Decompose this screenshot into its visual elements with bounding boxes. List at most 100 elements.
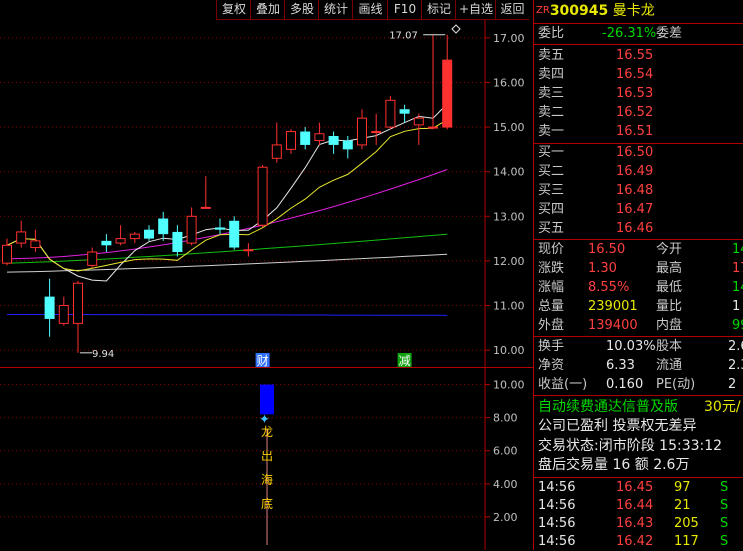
candle-body xyxy=(200,206,211,209)
y-tick-label: 10.00 xyxy=(493,344,525,357)
order-ratio-label: 委比 xyxy=(538,26,565,41)
toolbar-button-4[interactable]: 画线 xyxy=(352,0,388,20)
bid-price: 16.48 xyxy=(616,183,654,198)
toolbar-button-3[interactable]: 统计 xyxy=(318,0,353,20)
tick-price: 16.45 xyxy=(616,480,654,495)
order-diff-label: 委差 xyxy=(656,26,683,41)
candle-body xyxy=(172,231,183,252)
ask-row: 卖一 16.51 xyxy=(538,123,653,141)
ma10-line xyxy=(6,119,448,272)
stock-header: ZR300945 曼卡龙 xyxy=(536,2,655,20)
bid-price: 16.49 xyxy=(616,164,654,179)
candle-body xyxy=(44,296,55,319)
stat-row: 涨跌 1.30 最高 17 xyxy=(538,260,743,278)
ask-row: 卖三 16.53 xyxy=(538,85,653,103)
y-tick-label: 17.00 xyxy=(493,32,525,45)
signal-char: 龙 xyxy=(261,425,273,439)
tick-side: S xyxy=(720,516,729,531)
candle-body xyxy=(286,131,296,150)
stat-value: 1.30 xyxy=(588,261,617,276)
fund-label: 净资 xyxy=(538,358,565,373)
candle-body xyxy=(144,229,154,239)
quote-panel: ZR300945 曼卡龙 委比 -26.31% 委差 卖五 16.55 卖四 16.5… xyxy=(533,0,743,550)
stat-value: 139400 xyxy=(588,318,638,333)
tick-price: 16.42 xyxy=(616,534,654,549)
candle-body xyxy=(357,117,367,146)
stock-name: 曼卡龙 xyxy=(612,3,655,19)
ask-price: 16.54 xyxy=(616,67,654,82)
candle-body xyxy=(87,251,98,266)
fund-value-2: 2.6 xyxy=(728,339,743,354)
tick-row: 14:56 16.42 117 S xyxy=(538,533,728,551)
stat-label: 总量 xyxy=(538,299,565,314)
stat-value: 239001 xyxy=(588,299,638,314)
candle-body xyxy=(413,117,424,126)
diamond-icon xyxy=(451,24,461,34)
fund-row: 收益(一) 0.160 PE(动) 2 xyxy=(538,376,736,394)
candle-body xyxy=(328,136,339,145)
tick-time: 14:56 xyxy=(538,534,576,549)
stat-value-2: 14 xyxy=(732,280,743,295)
ad-price[interactable]: 30元/ xyxy=(704,398,741,416)
y-tick-label: 12.00 xyxy=(493,255,525,268)
ask-label: 卖一 xyxy=(538,124,565,139)
order-ratio-row: 委比 -26.31% 委差 xyxy=(538,25,682,43)
toolbar-button-7[interactable]: +自选 xyxy=(455,0,496,20)
stat-label-2: 最高 xyxy=(656,261,683,276)
toolbar-button-5[interactable]: F10 xyxy=(387,0,422,20)
candle-body xyxy=(442,59,453,128)
tick-side: S xyxy=(720,480,729,495)
stat-label-2: 内盘 xyxy=(656,318,683,333)
stat-value-2: 17 xyxy=(732,261,743,276)
toolbar-button-6[interactable]: 标记 xyxy=(421,0,456,20)
trade-status-label: 交易状态: xyxy=(538,438,599,454)
candle-body xyxy=(385,99,396,128)
candle-body xyxy=(215,227,225,230)
ad-banner[interactable]: 自动续费通达信普及版 30元/ xyxy=(538,398,741,416)
tick-volume: 21 xyxy=(674,498,691,513)
toolbar-button-0[interactable]: 复权 xyxy=(216,0,251,20)
bid-label: 买三 xyxy=(538,183,565,198)
order-ratio-value: -26.31% xyxy=(602,26,657,41)
y-tick-label: 10.00 xyxy=(493,379,525,392)
bid-row: 买四 16.47 xyxy=(538,201,653,219)
toolbar-button-2[interactable]: 多股 xyxy=(284,0,319,20)
fund-label: 换手 xyxy=(538,339,565,354)
y-tick-label: 6.00 xyxy=(493,445,518,458)
bid-label: 买二 xyxy=(538,164,565,179)
y-tick-label: 14.00 xyxy=(493,166,525,179)
ask-price: 16.51 xyxy=(616,124,654,139)
market-prefix: ZR xyxy=(536,5,550,16)
trade-status-time: 15:33:12 xyxy=(659,438,723,454)
candlestick-chart[interactable]: 17.00 16.00 15.00 14.00 13.00 12.00 11.00 10.00… xyxy=(0,20,533,368)
stat-value-2: 1 xyxy=(732,299,741,314)
ask-label: 卖二 xyxy=(538,105,565,120)
stat-label-2: 量比 xyxy=(656,299,683,314)
stat-value-2: 14 xyxy=(732,242,743,257)
indicator-chart[interactable]: 10.008.006.004.002.00✦龙出海底 xyxy=(0,368,533,550)
candle-body xyxy=(229,220,240,248)
candle-body xyxy=(243,249,254,252)
tick-time: 14:56 xyxy=(538,498,576,513)
bid-price: 16.46 xyxy=(616,221,654,236)
candle-body xyxy=(73,282,83,324)
stat-label: 涨幅 xyxy=(538,280,565,295)
tick-price: 16.43 xyxy=(616,516,654,531)
stock-code: 300945 xyxy=(549,3,609,19)
toolbar-button-8[interactable]: 返回 xyxy=(495,0,529,20)
fund-row: 净资 6.33 流通 2.3 xyxy=(538,357,743,375)
stat-row: 外盘 139400 内盘 99 xyxy=(538,317,743,335)
after-hours-label: 盘后交易量 xyxy=(538,457,608,473)
ad-text[interactable]: 自动续费通达信普及版 xyxy=(538,399,678,415)
tick-row: 14:56 16.43 205 S xyxy=(538,515,728,533)
candle-body xyxy=(342,140,353,150)
bid-row: 买一 16.50 xyxy=(538,144,653,162)
toolbar-button-1[interactable]: 叠加 xyxy=(250,0,285,20)
candle-body xyxy=(186,215,197,244)
y-tick-label: 4.00 xyxy=(493,478,518,491)
candle-body xyxy=(428,126,438,129)
ask-row: 卖二 16.52 xyxy=(538,104,653,122)
stat-value-2: 99 xyxy=(732,318,743,333)
fund-value-2: 2.3 xyxy=(728,358,743,373)
low-annotation: 9.94 xyxy=(92,349,114,360)
